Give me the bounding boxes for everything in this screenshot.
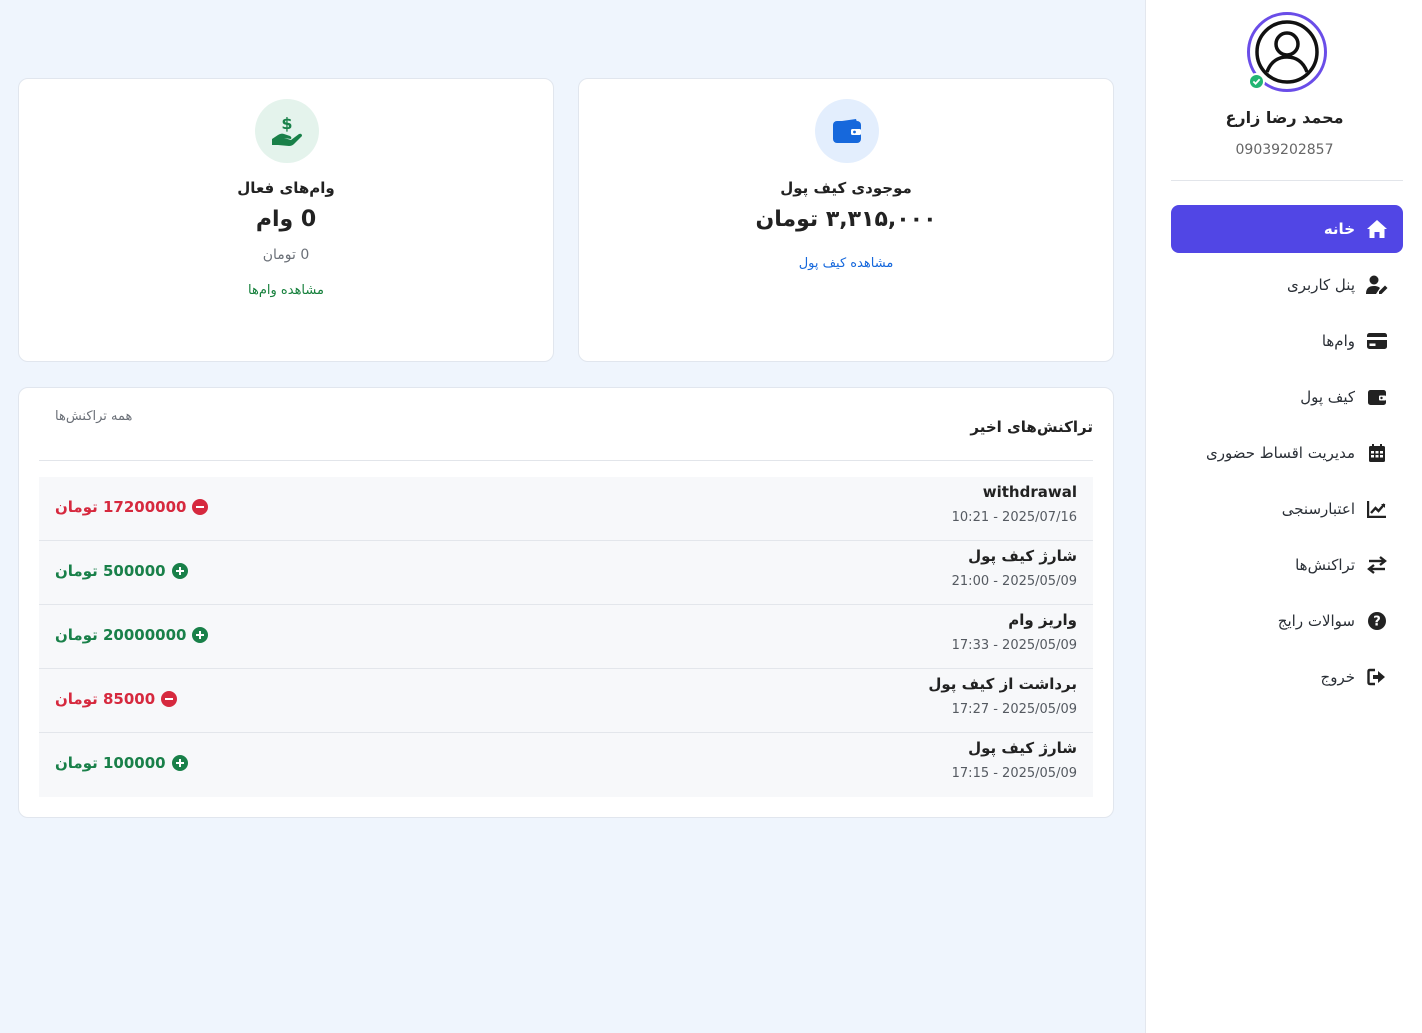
- sidebar-item-logout[interactable]: خروج: [1171, 653, 1403, 701]
- transaction-title: واریز وام: [1008, 611, 1077, 629]
- question-circle-icon: ?: [1365, 609, 1389, 633]
- transaction-title: شارژ کیف پول: [968, 739, 1077, 757]
- transaction-date: 17:33 - 2025/05/09: [951, 638, 1077, 653]
- active-loans-amount: 0 تومان: [262, 247, 310, 263]
- transaction-date: 17:27 - 2025/05/09: [951, 702, 1077, 717]
- svg-text:?: ?: [1373, 615, 1381, 630]
- wallet-balance-title: موجودی کیف پول: [780, 179, 912, 197]
- sidebar-item-label: مدیریت اقساط حضوری: [1206, 444, 1355, 462]
- transactions-divider: [39, 460, 1093, 461]
- wallet-balance-card: موجودی کیف پول ۳,۳۱۵,۰۰۰ تومان مشاهده کی…: [578, 78, 1114, 362]
- sidebar-divider: [1171, 180, 1403, 181]
- online-status-icon: [1248, 73, 1265, 90]
- sidebar-item-faq[interactable]: ? سوالات رایج: [1171, 597, 1403, 645]
- transaction-title: شارژ کیف پول: [968, 547, 1077, 565]
- transaction-amount: 20000000 تومان: [55, 626, 209, 644]
- plus-circle-icon: [171, 755, 188, 771]
- all-transactions-link[interactable]: همه تراکنش‌ها: [55, 409, 132, 424]
- transaction-amount-value: 100000 تومان: [55, 754, 166, 772]
- minus-circle-icon: [192, 499, 209, 515]
- plus-circle-icon: [192, 627, 209, 643]
- transaction-amount-value: 20000000 تومان: [55, 626, 187, 644]
- sidebar-item-label: وام‌ها: [1321, 332, 1355, 350]
- transaction-amount-value: 500000 تومان: [55, 562, 166, 580]
- sidebar-item-label: تراکنش‌ها: [1295, 556, 1355, 574]
- table-row[interactable]: شارژ کیف پول 21:00 - 2025/05/09 500000 ت…: [39, 541, 1093, 605]
- sidebar-item-user-panel[interactable]: پنل کاربری: [1171, 261, 1403, 309]
- svg-text:$: $: [281, 115, 292, 133]
- table-row[interactable]: برداشت از کیف پول 17:27 - 2025/05/09 850…: [39, 669, 1093, 733]
- transaction-amount-value: 85000 تومان: [55, 690, 156, 708]
- sidebar-item-label: کیف پول: [1300, 388, 1355, 406]
- wallet-icon: [1365, 385, 1389, 409]
- wallet-balance-value: ۳,۳۱۵,۰۰۰ تومان: [755, 207, 937, 232]
- recent-transactions-title: تراکنش‌های اخیر: [970, 418, 1093, 436]
- sidebar-item-wallet[interactable]: کیف پول: [1171, 373, 1403, 421]
- transaction-title: برداشت از کیف پول: [928, 675, 1077, 693]
- sidebar-item-label: خروج: [1320, 668, 1355, 686]
- table-row[interactable]: withdrawal 10:21 - 2025/07/16 17200000 ت…: [39, 477, 1093, 541]
- home-icon: [1365, 217, 1389, 241]
- table-row[interactable]: واریز وام 17:33 - 2025/05/09 20000000 تو…: [39, 605, 1093, 669]
- transaction-date: 10:21 - 2025/07/16: [951, 510, 1077, 525]
- view-loans-link[interactable]: مشاهده وام‌ها: [19, 283, 553, 298]
- sidebar-item-label: اعتبارسنجی: [1281, 500, 1355, 518]
- transaction-amount: 100000 تومان: [55, 754, 188, 772]
- sidebar-item-transactions[interactable]: تراکنش‌ها: [1171, 541, 1403, 589]
- table-row[interactable]: شارژ کیف پول 17:15 - 2025/05/09 100000 ت…: [39, 733, 1093, 797]
- user-edit-icon: [1365, 273, 1389, 297]
- plus-circle-icon: [171, 563, 188, 579]
- transactions-list: withdrawal 10:21 - 2025/07/16 17200000 ت…: [39, 477, 1093, 797]
- transaction-amount: 500000 تومان: [55, 562, 188, 580]
- transaction-amount-value: 17200000 تومان: [55, 498, 187, 516]
- active-loans-card: $ وام‌های فعال 0 وام 0 تومان مشاهده وام‌…: [18, 78, 554, 362]
- sidebar-item-home[interactable]: خانه: [1171, 205, 1403, 253]
- sidebar-item-label: خانه: [1323, 220, 1355, 238]
- profile-phone: 09039202857: [1235, 142, 1334, 158]
- transaction-amount: 17200000 تومان: [55, 498, 209, 516]
- recent-transactions-card: تراکنش‌های اخیر همه تراکنش‌ها withdrawal…: [18, 387, 1114, 818]
- sidebar: محمد رضا زارع 09039202857 خانه پنل کاربر…: [1145, 0, 1422, 1033]
- profile-name: محمد رضا زارع: [1225, 108, 1344, 127]
- sidebar-item-installments[interactable]: مدیریت اقساط حضوری: [1171, 429, 1403, 477]
- credit-card-icon: [1365, 329, 1389, 353]
- sidebar-item-credit-check[interactable]: اعتبارسنجی: [1171, 485, 1403, 533]
- hand-holding-dollar-icon: $: [255, 99, 319, 163]
- calendar-icon: [1365, 441, 1389, 465]
- exchange-icon: [1365, 553, 1389, 577]
- sidebar-item-loans[interactable]: وام‌ها: [1171, 317, 1403, 365]
- user-circle-icon: [1255, 20, 1319, 84]
- active-loans-count: 0 وام: [255, 207, 317, 232]
- sidebar-item-label: پنل کاربری: [1287, 276, 1355, 294]
- minus-circle-icon: [161, 691, 178, 707]
- sidebar-nav: خانه پنل کاربری وام‌ها کیف پول مدیریت اق…: [1171, 205, 1403, 709]
- sidebar-item-label: سوالات رایج: [1277, 612, 1355, 630]
- view-wallet-link[interactable]: مشاهده کیف پول: [579, 256, 1113, 271]
- wallet-icon: [815, 99, 879, 163]
- active-loans-title: وام‌های فعال: [237, 179, 335, 197]
- transaction-date: 21:00 - 2025/05/09: [951, 574, 1077, 589]
- transaction-title: withdrawal: [982, 483, 1077, 501]
- sign-out-icon: [1365, 665, 1389, 689]
- chart-line-icon: [1365, 497, 1389, 521]
- transaction-amount: 85000 تومان: [55, 690, 178, 708]
- transaction-date: 17:15 - 2025/05/09: [951, 766, 1077, 781]
